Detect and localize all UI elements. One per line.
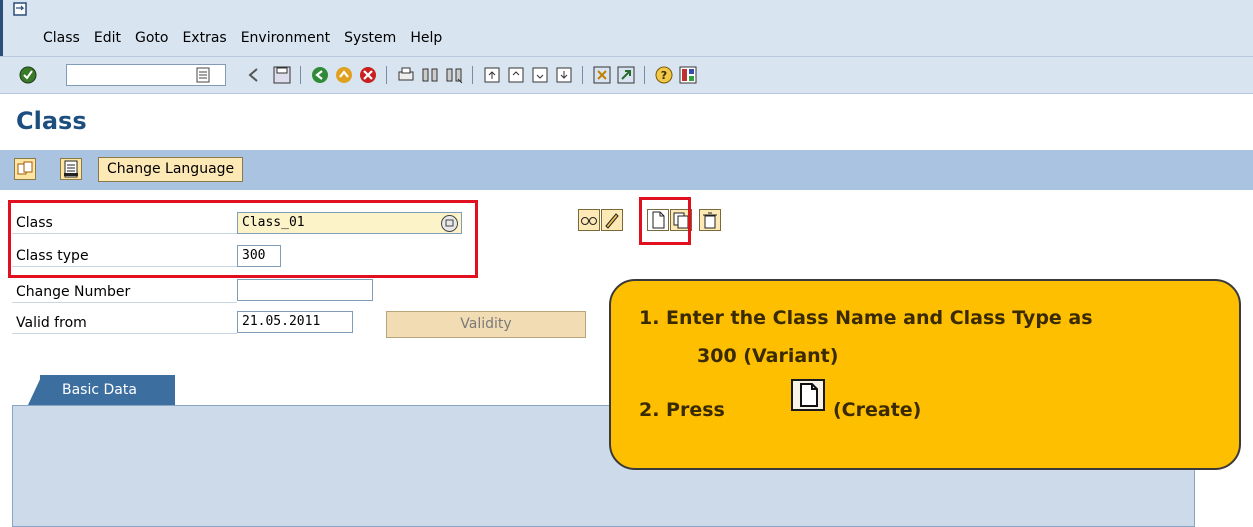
first-page-icon[interactable] bbox=[482, 65, 502, 85]
title-bar: Class bbox=[0, 95, 1253, 150]
menu-extras[interactable]: Extras bbox=[182, 30, 226, 46]
change-pencil-icon[interactable] bbox=[601, 209, 623, 231]
standard-toolbar: ? bbox=[0, 56, 1253, 94]
back-arrow-icon[interactable] bbox=[244, 65, 264, 85]
valid-from-label: Valid from bbox=[12, 312, 237, 334]
display-log-icon[interactable] bbox=[60, 158, 82, 180]
application-toolbar: Change Language bbox=[0, 150, 1253, 190]
find-next-icon[interactable] bbox=[444, 65, 464, 85]
separator bbox=[582, 66, 583, 84]
callout-step-2-suffix: (Create) bbox=[833, 399, 922, 421]
delete-trash-icon[interactable] bbox=[699, 209, 721, 231]
tab-basic-data[interactable]: Basic Data bbox=[40, 375, 175, 405]
print-icon[interactable] bbox=[396, 65, 416, 85]
page-title: Class bbox=[16, 107, 87, 135]
highlight-box-create-button bbox=[639, 197, 691, 245]
change-number-label: Change Number bbox=[12, 281, 237, 303]
menu-bar: Class Edit Goto Extras Environment Syste… bbox=[0, 0, 1253, 56]
change-language-button[interactable]: Change Language bbox=[98, 157, 244, 182]
separator bbox=[300, 66, 301, 84]
menu-environment[interactable]: Environment bbox=[241, 30, 330, 46]
command-history-icon[interactable] bbox=[196, 67, 210, 83]
menu-help[interactable]: Help bbox=[410, 30, 442, 46]
callout-step-1-detail: 300 (Variant) bbox=[697, 345, 839, 367]
enter-check-icon[interactable] bbox=[18, 65, 38, 85]
find-icon[interactable] bbox=[420, 65, 440, 85]
other-class-icon[interactable] bbox=[14, 158, 36, 180]
validity-button[interactable]: Validity bbox=[386, 311, 586, 338]
previous-page-icon[interactable] bbox=[506, 65, 526, 85]
cancel-icon[interactable] bbox=[358, 65, 378, 85]
instruction-callout: 1. Enter the Class Name and Class Type a… bbox=[609, 279, 1241, 470]
help-icon[interactable]: ? bbox=[654, 65, 674, 85]
create-session-icon[interactable] bbox=[592, 65, 612, 85]
callout-step-2-prefix: 2. Press bbox=[639, 399, 725, 421]
separator bbox=[644, 66, 645, 84]
svg-text:?: ? bbox=[661, 69, 667, 82]
callout-create-icon bbox=[791, 379, 825, 411]
layout-menu-icon[interactable] bbox=[678, 65, 698, 85]
menu-class[interactable]: Class bbox=[43, 30, 80, 46]
shortcut-icon[interactable] bbox=[616, 65, 636, 85]
separator bbox=[472, 66, 473, 84]
last-page-icon[interactable] bbox=[554, 65, 574, 85]
menu-edit[interactable]: Edit bbox=[94, 30, 121, 46]
menu-system[interactable]: System bbox=[344, 30, 396, 46]
save-icon[interactable] bbox=[272, 65, 292, 85]
display-glasses-icon[interactable] bbox=[578, 209, 600, 231]
change-number-field[interactable] bbox=[237, 279, 373, 301]
highlight-box-class-fields bbox=[8, 200, 478, 278]
back-icon[interactable] bbox=[310, 65, 330, 85]
separator bbox=[386, 66, 387, 84]
exit-icon[interactable] bbox=[334, 65, 354, 85]
system-menu-icon[interactable] bbox=[13, 2, 27, 16]
next-page-icon[interactable] bbox=[530, 65, 550, 85]
valid-from-field[interactable]: 21.05.2011 bbox=[237, 311, 353, 333]
callout-step-1: 1. Enter the Class Name and Class Type a… bbox=[639, 307, 1093, 329]
menu-goto[interactable]: Goto bbox=[135, 30, 168, 46]
menu-items: Class Edit Goto Extras Environment Syste… bbox=[43, 30, 456, 46]
